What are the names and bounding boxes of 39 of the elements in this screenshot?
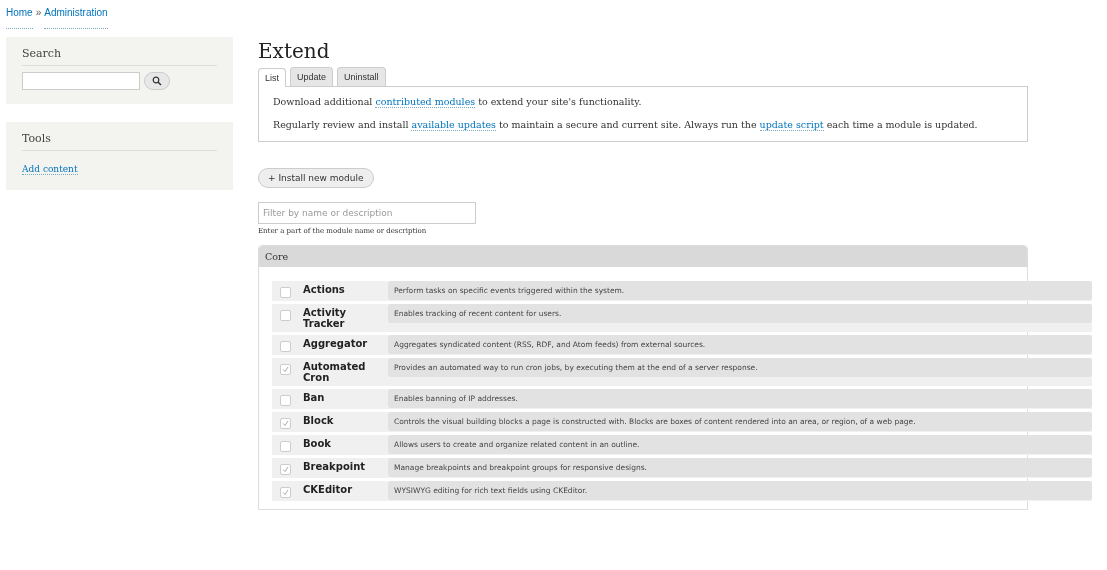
install-button[interactable]: + Install new module — [258, 168, 374, 188]
search-icon — [152, 76, 162, 86]
module-name: Aggregator — [303, 337, 369, 351]
checkbox[interactable] — [280, 364, 291, 375]
module-name: CKEditor — [303, 483, 354, 497]
intro-text: Regularly review and install available updates to maintain a secure and current site. Always run the update script each time a module is updated. — [273, 119, 979, 130]
module-name: Actions — [303, 283, 346, 297]
checkbox[interactable] — [280, 310, 291, 321]
checkbox[interactable] — [280, 341, 291, 352]
intro-text: Download additional contributed modules to extend your site's functionality. — [273, 96, 643, 107]
checkbox[interactable] — [280, 418, 291, 429]
module-name: Block — [303, 414, 335, 428]
checkbox[interactable] — [280, 395, 291, 406]
block-title: Tools — [22, 132, 217, 151]
breadcrumb-separator: » — [35, 7, 42, 20]
package-title: Core — [259, 246, 1027, 267]
search-button[interactable] — [144, 72, 170, 90]
breadcrumb-link[interactable]: Home — [6, 7, 33, 29]
text-link[interactable]: contributed modules — [375, 96, 476, 108]
block-title: Search — [22, 47, 217, 66]
module-name: Book — [303, 437, 332, 451]
tab[interactable]: Update — [290, 67, 334, 86]
breadcrumb-link[interactable]: Administration — [44, 7, 108, 29]
text-link[interactable]: available updates — [411, 119, 496, 131]
checkbox[interactable] — [280, 487, 291, 498]
checkbox[interactable] — [280, 441, 291, 452]
filter-field[interactable]: Filter by name or description — [258, 202, 476, 224]
page-title: Extend — [258, 39, 331, 63]
checkbox[interactable] — [280, 287, 291, 298]
search-field[interactable] — [22, 72, 140, 90]
checkbox[interactable] — [280, 464, 291, 475]
sidebar-link[interactable]: Add content — [22, 164, 78, 175]
module-name: Automated Cron — [303, 360, 367, 385]
module-name: Ban — [303, 391, 326, 405]
module-name: Breakpoint — [303, 460, 367, 474]
tab[interactable]: Uninstall — [337, 67, 386, 86]
text-link[interactable]: update script — [759, 119, 824, 131]
tab[interactable]: List — [258, 68, 286, 87]
module-name: Activity Tracker — [303, 306, 348, 331]
